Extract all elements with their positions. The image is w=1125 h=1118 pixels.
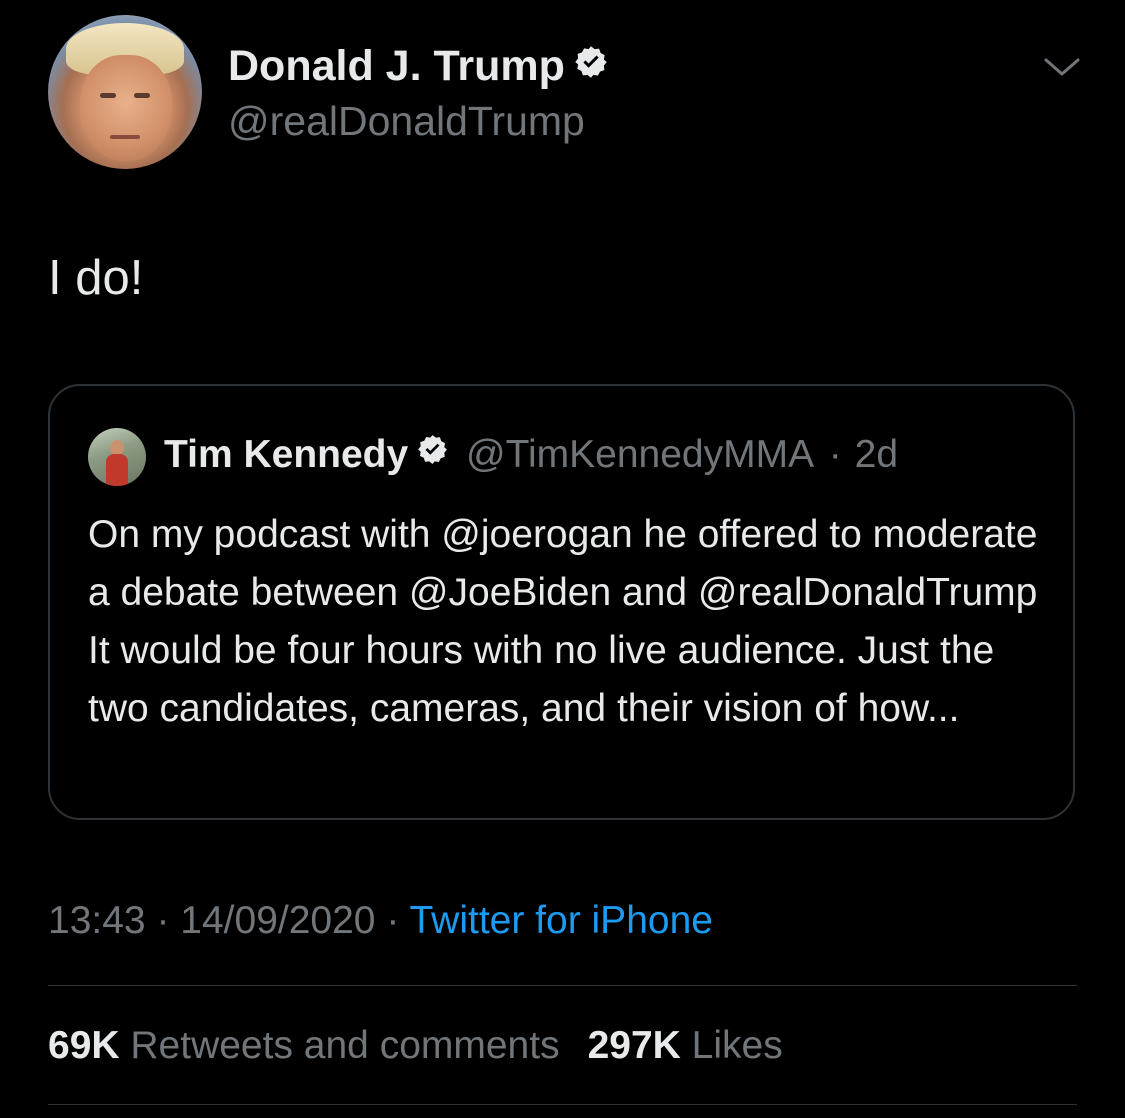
tweet-date: 14/09/2020 bbox=[180, 899, 376, 942]
quoted-author-avatar bbox=[88, 428, 146, 486]
tweet-time: 13:43 bbox=[48, 899, 146, 942]
quoted-avatar-body bbox=[106, 454, 128, 486]
quoted-tweet-card[interactable]: Tim Kennedy @TimKennedyMMA · 2d On my po… bbox=[48, 384, 1075, 820]
engagement-stats: 69K Retweets and comments 297K Likes bbox=[48, 1020, 783, 1072]
quoted-tweet-age: 2d bbox=[854, 433, 899, 476]
author-name[interactable]: Donald J. Trump bbox=[228, 42, 565, 90]
likes-count: 297K bbox=[587, 1024, 681, 1067]
retweets-count: 69K bbox=[48, 1024, 120, 1067]
avatar-eye bbox=[134, 93, 150, 98]
author-avatar[interactable] bbox=[48, 15, 202, 169]
separator: · bbox=[156, 899, 170, 942]
tweet-text: I do! bbox=[48, 251, 144, 305]
divider bbox=[48, 985, 1077, 986]
author-name-row[interactable]: Donald J. Trump bbox=[228, 40, 609, 95]
source-link[interactable]: Twitter for iPhone bbox=[409, 899, 712, 942]
quoted-tweet-text: On my podcast with @joerogan he offered … bbox=[88, 513, 1038, 730]
avatar-face bbox=[80, 55, 172, 161]
tweet-detail: Donald J. Trump @realDonaldTrump I do! T… bbox=[0, 0, 1125, 1118]
tweet-meta-row: 13:43 · 14/09/2020 · Twitter for iPhone bbox=[48, 896, 713, 946]
chevron-down-icon[interactable] bbox=[1040, 52, 1084, 82]
retweets-label: Retweets and comments bbox=[130, 1024, 560, 1067]
divider bbox=[48, 1104, 1077, 1105]
likes-label: Likes bbox=[691, 1024, 783, 1067]
verified-badge-icon bbox=[416, 429, 449, 479]
separator: · bbox=[828, 433, 842, 476]
verified-badge-icon bbox=[573, 40, 609, 92]
quoted-author-handle: @TimKennedyMMA bbox=[466, 433, 812, 476]
author-handle[interactable]: @realDonaldTrump bbox=[228, 96, 585, 146]
separator: · bbox=[386, 899, 400, 942]
avatar-mouth bbox=[110, 135, 140, 139]
likes-stat[interactable]: 297K Likes bbox=[588, 1024, 783, 1067]
avatar-eye bbox=[100, 93, 116, 98]
retweets-stat[interactable]: 69K Retweets and comments bbox=[48, 1024, 560, 1067]
quoted-author-name: Tim Kennedy bbox=[164, 433, 409, 476]
quoted-tweet-header: Tim Kennedy @TimKennedyMMA · 2d bbox=[164, 430, 898, 482]
